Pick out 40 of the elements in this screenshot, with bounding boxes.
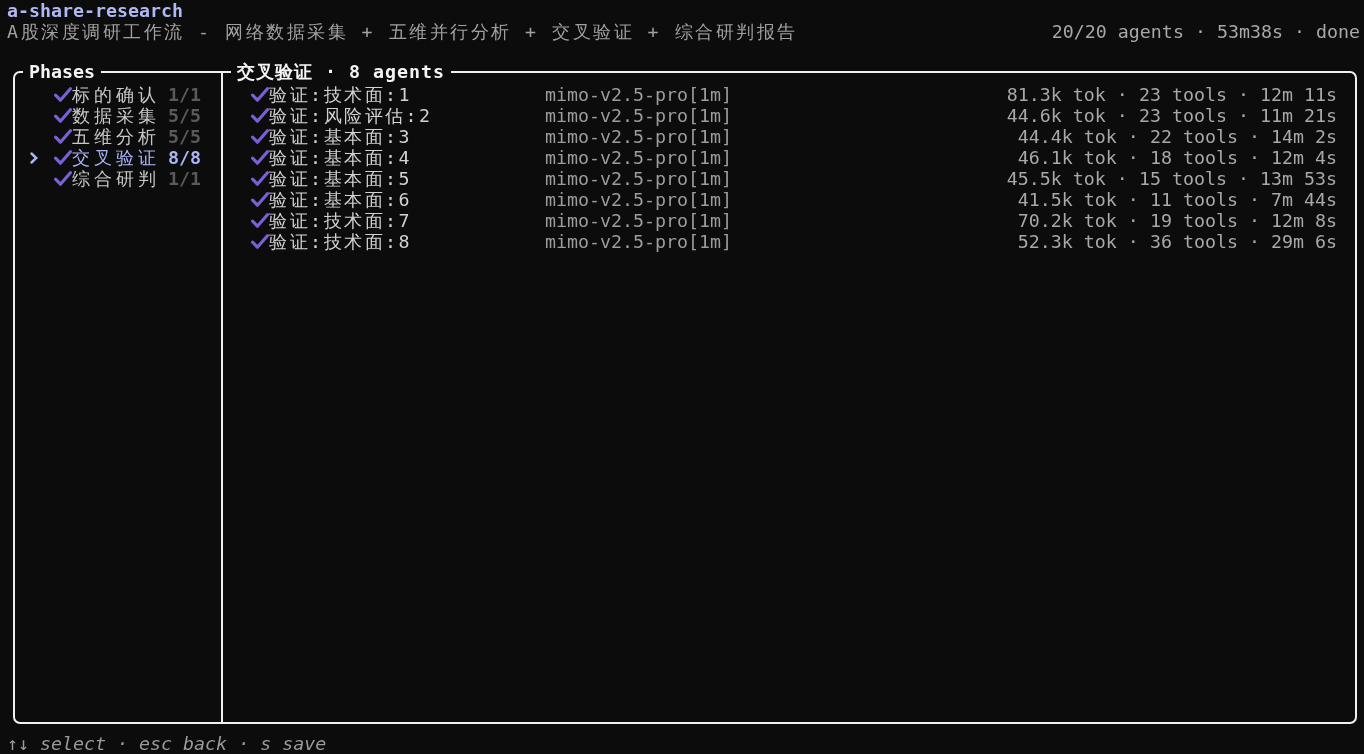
agent-name: 验证:基本面:3	[269, 126, 414, 147]
model-name: mimo-v2.5-pro[1m]	[545, 126, 733, 147]
model-name: mimo-v2.5-pro[1m]	[545, 147, 733, 168]
agent-stats: 70.2k tok · 19 tools · 12m 8s	[1017, 210, 1337, 231]
key-hints: ↑↓ select · esc back · s save	[6, 735, 328, 753]
agent-stats: 46.1k tok · 18 tools · 12m 4s	[1017, 147, 1337, 168]
phase-count: 5/5	[168, 105, 202, 126]
agent-name: 验证:风险评估:2	[269, 105, 434, 126]
model-name: mimo-v2.5-pro[1m]	[545, 231, 733, 252]
agent-name: 验证:技术面:8	[269, 231, 414, 252]
agent-name: 验证:基本面:4	[269, 147, 414, 168]
agent-stats: 45.5k tok · 15 tools · 13m 53s	[1006, 168, 1337, 189]
model-name: mimo-v2.5-pro[1m]	[545, 105, 733, 126]
agent-stats: 44.4k tok · 22 tools · 14m 2s	[1017, 126, 1337, 147]
app-title: a-share-research	[7, 0, 185, 21]
app-subtitle: A股深度调研工作流 - 网络数据采集 + 五维并行分析 + 交叉验证 + 综合研判报告	[7, 21, 798, 42]
run-status: 20/20 agents · 53m38s · done	[1051, 21, 1360, 42]
agent-stats: 41.5k tok · 11 tools · 7m 44s	[1017, 189, 1337, 210]
agent-name: 验证:基本面:5	[269, 168, 414, 189]
model-name: mimo-v2.5-pro[1m]	[545, 168, 733, 189]
agent-stats: 52.3k tok · 36 tools · 29m 6s	[1017, 231, 1337, 252]
phase-label[interactable]: 标的确认	[72, 84, 160, 105]
phase-label[interactable]: 交叉验证	[72, 147, 160, 168]
agent-name: 验证:技术面:7	[269, 210, 414, 231]
model-name: mimo-v2.5-pro[1m]	[545, 189, 733, 210]
phase-label[interactable]: 五维分析	[72, 126, 160, 147]
phase-label[interactable]: 数据采集	[72, 105, 160, 126]
agent-stats: 44.6k tok · 23 tools · 11m 21s	[1006, 105, 1337, 126]
phase-count: 5/5	[168, 126, 202, 147]
model-name: mimo-v2.5-pro[1m]	[545, 210, 733, 231]
panel-title: 交叉验证 · 8 agents	[231, 61, 452, 82]
phase-count: 1/1	[168, 168, 202, 189]
agent-name: 验证:技术面:1	[269, 84, 414, 105]
model-name: mimo-v2.5-pro[1m]	[545, 84, 733, 105]
agent-name: 验证:基本面:6	[269, 189, 414, 210]
phase-count: 1/1	[168, 84, 202, 105]
phase-count: 8/8	[168, 147, 202, 168]
phase-label[interactable]: 综合研判	[72, 168, 160, 189]
agent-stats: 81.3k tok · 23 tools · 12m 11s	[1006, 84, 1337, 105]
chevron-icon	[30, 151, 38, 164]
